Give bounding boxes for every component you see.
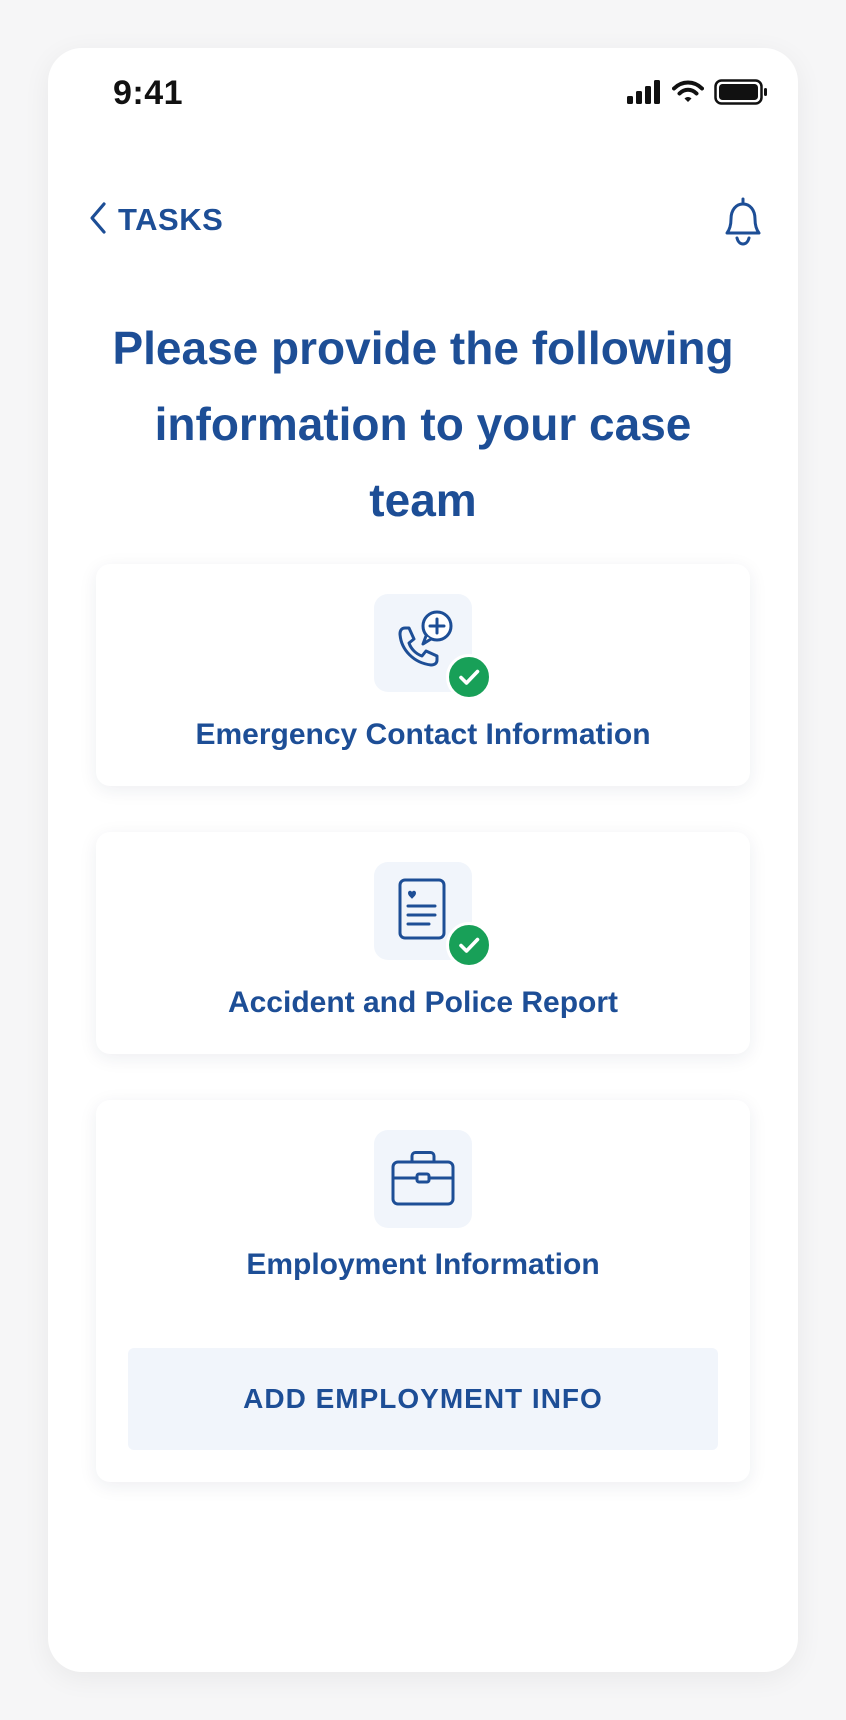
signal-icon — [626, 79, 662, 109]
completed-check-icon — [446, 654, 492, 700]
status-icons — [626, 78, 768, 110]
battery-icon — [714, 78, 768, 110]
back-label: TASKS — [118, 202, 224, 237]
chevron-left-icon — [88, 201, 108, 240]
status-time: 9:41 — [113, 74, 184, 112]
phone-screen: 9:41 TASKS Please provide the following … — [48, 48, 798, 1672]
navigation-bar: TASKS — [48, 183, 798, 263]
task-title: Emergency Contact Information — [195, 718, 651, 751]
task-title: Accident and Police Report — [227, 986, 619, 1019]
task-card-accident-report[interactable]: Accident and Police Report — [96, 832, 750, 1054]
back-to-tasks-link[interactable]: TASKS — [88, 195, 223, 245]
page-headline: Please provide the following information… — [112, 322, 734, 526]
task-card-employment: Employment Information ADD EMPLOYMENT IN… — [96, 1100, 750, 1482]
task-title: Employment Information — [246, 1248, 600, 1281]
task-card-emergency-contact[interactable]: Emergency Contact Information — [96, 564, 750, 786]
status-bar: 9:41 — [48, 48, 798, 144]
briefcase-icon — [374, 1130, 472, 1228]
add-employment-info-button[interactable]: ADD EMPLOYMENT INFO — [128, 1348, 718, 1450]
notifications-bell-icon[interactable] — [718, 195, 768, 249]
wifi-icon — [672, 80, 704, 109]
completed-check-icon — [446, 922, 492, 968]
